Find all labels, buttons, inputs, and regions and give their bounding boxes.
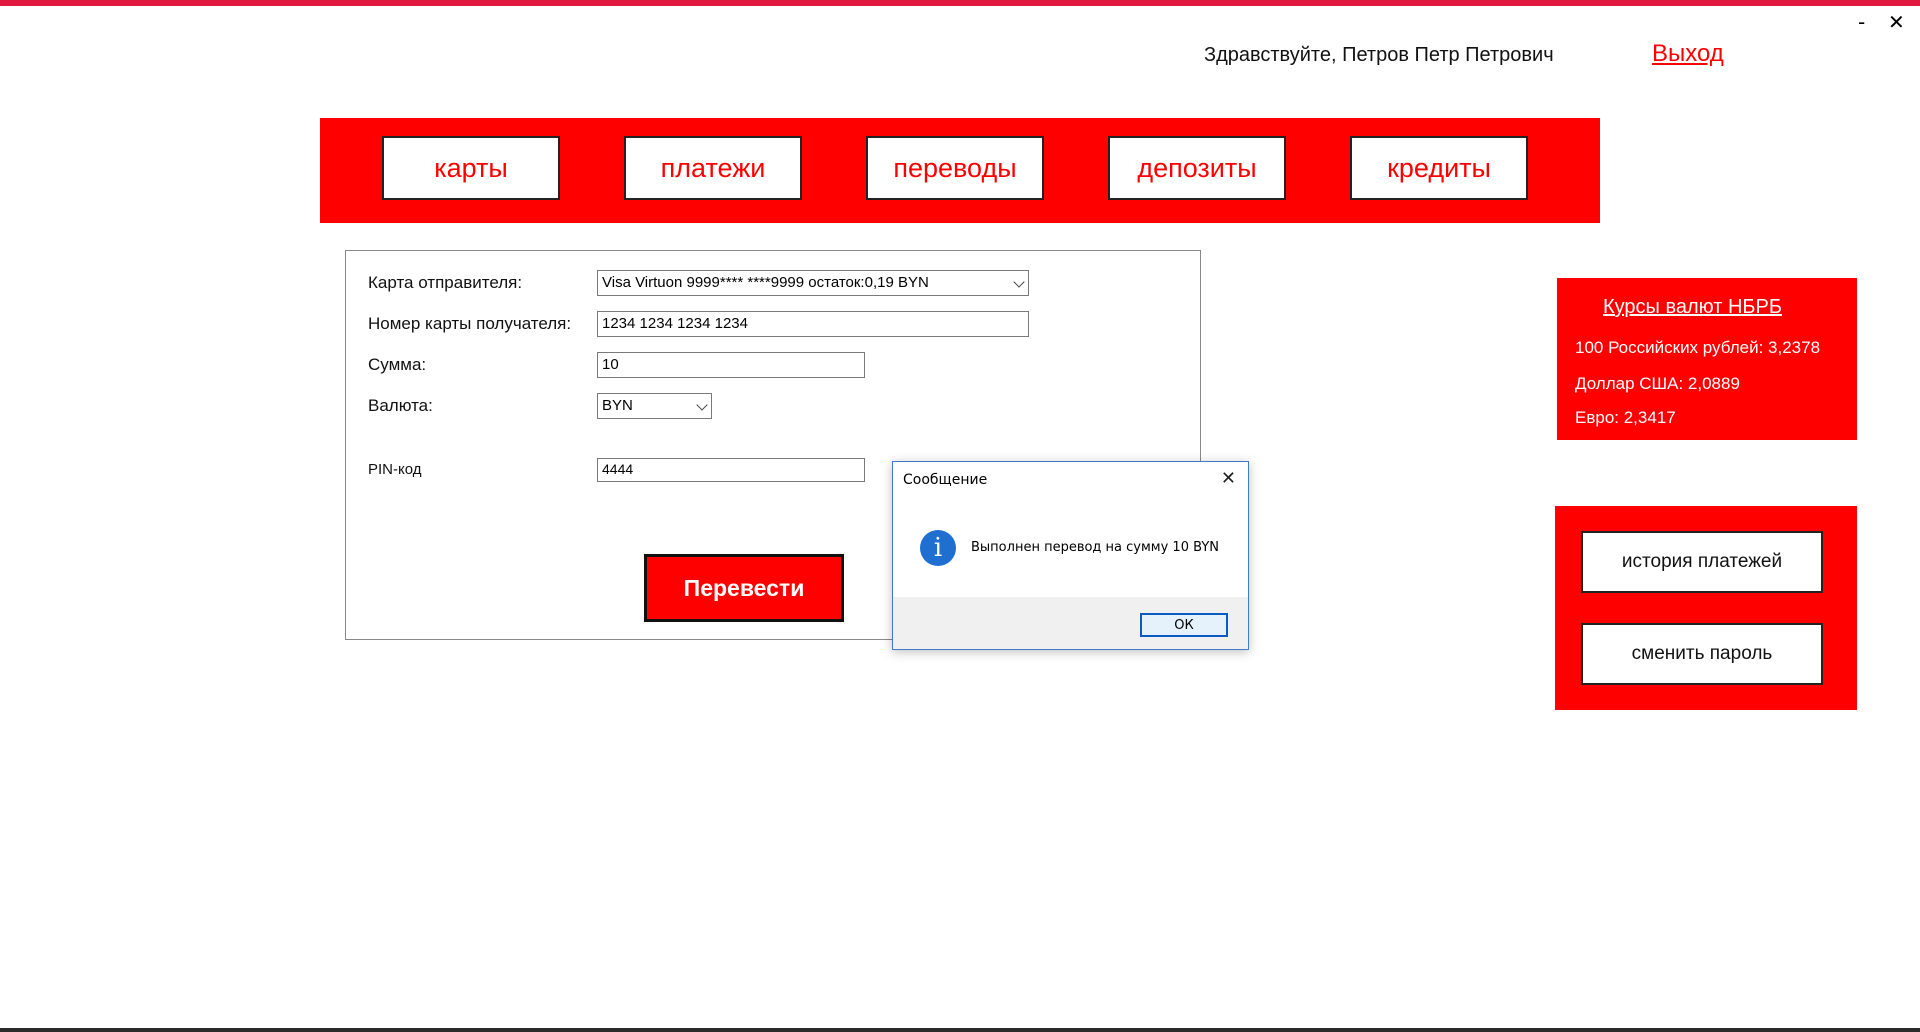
- dialog-close-icon[interactable]: ✕: [1221, 468, 1236, 489]
- sender-card-label: Карта отправителя:: [368, 273, 523, 292]
- currency-select[interactable]: BYN: [597, 393, 712, 419]
- dialog-footer: ОК: [893, 597, 1248, 649]
- receiver-card-input[interactable]: 1234 1234 1234 1234: [597, 311, 1029, 337]
- account-actions-panel: история платежей сменить пароль: [1555, 506, 1857, 710]
- amount-label: Сумма:: [368, 355, 427, 374]
- bottom-border-line: [0, 1028, 1920, 1032]
- change-password-button[interactable]: сменить пароль: [1581, 623, 1823, 685]
- rate-rub: 100 Российских рублей: 3,2378: [1575, 338, 1821, 357]
- pin-input[interactable]: 4444: [597, 458, 865, 482]
- currency-value: BYN: [602, 397, 633, 414]
- rate-eur: Евро: 2,3417: [1575, 408, 1676, 427]
- nav-transfers-button[interactable]: переводы: [866, 136, 1044, 200]
- chevron-down-icon: [1013, 276, 1025, 288]
- dialog-message: Выполнен перевод на сумму 10 BYN: [971, 540, 1219, 555]
- info-icon: i: [920, 530, 956, 566]
- sender-card-value: Visa Virtuon 9999**** ****9999 остаток:0…: [602, 274, 929, 291]
- exchange-rates-panel: Курсы валют НБРБ 100 Российских рублей: …: [1557, 278, 1857, 440]
- greeting-text: Здравствуйте, Петров Петр Петрович: [1204, 44, 1554, 66]
- receiver-card-label: Номер карты получателя:: [368, 314, 572, 333]
- exchange-rates-title[interactable]: Курсы валют НБРБ: [1603, 296, 1782, 319]
- logout-link[interactable]: Выход: [1652, 40, 1724, 68]
- ok-button[interactable]: ОК: [1140, 613, 1228, 637]
- transfer-button[interactable]: Перевести: [644, 554, 844, 622]
- amount-input[interactable]: 10: [597, 352, 865, 378]
- dialog-title: Сообщение: [903, 472, 988, 488]
- rate-usd: Доллар США: 2,0889: [1575, 374, 1740, 393]
- currency-label: Валюта:: [368, 396, 433, 415]
- payment-history-button[interactable]: история платежей: [1581, 531, 1823, 593]
- close-window-button[interactable]: ✕: [1888, 10, 1905, 34]
- nav-deposits-button[interactable]: депозиты: [1108, 136, 1286, 200]
- top-accent-line: [0, 0, 1920, 6]
- chevron-down-icon: [696, 399, 708, 411]
- pin-label: PIN-код: [368, 461, 422, 478]
- sender-card-select[interactable]: Visa Virtuon 9999**** ****9999 остаток:0…: [597, 270, 1029, 296]
- message-dialog: Сообщение ✕ i Выполнен перевод на сумму …: [892, 461, 1249, 650]
- minimize-button[interactable]: -: [1858, 10, 1865, 34]
- nav-cards-button[interactable]: карты: [382, 136, 560, 200]
- nav-payments-button[interactable]: платежи: [624, 136, 802, 200]
- main-nav: карты платежи переводы депозиты кредиты: [320, 118, 1600, 223]
- nav-credits-button[interactable]: кредиты: [1350, 136, 1528, 200]
